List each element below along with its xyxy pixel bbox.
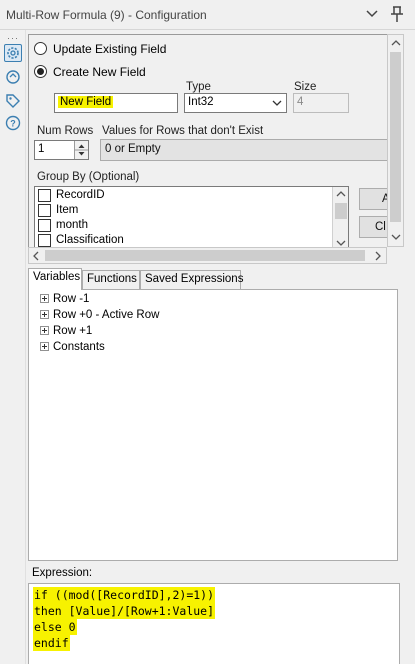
expression-line: then [Value]/[Row+1:Value] (33, 603, 216, 619)
pin-icon[interactable] (389, 5, 405, 23)
chevron-down-icon (271, 97, 283, 112)
list-scrollbar[interactable] (332, 187, 348, 247)
num-rows-stepper[interactable]: 1 (34, 140, 89, 160)
num-rows-value: 1 (38, 143, 45, 155)
tree-node-label: Row +1 (53, 325, 93, 337)
window-title: Multi-Row Formula (9) - Configuration (6, 8, 207, 22)
tree-node-row-0-active[interactable]: Row +0 - Active Row (40, 309, 159, 321)
tab-functions[interactable]: Functions (82, 270, 140, 289)
expand-plus-icon[interactable] (40, 310, 49, 319)
group-by-field-label: RecordID (56, 189, 105, 201)
tree-node-label: Row -1 (53, 293, 90, 305)
create-new-label: Create New Field (53, 65, 146, 79)
tree-node-row-plus-1[interactable]: Row +1 (40, 325, 92, 337)
config-hscroll-thumb[interactable] (45, 250, 365, 261)
config-vertical-scrollbar[interactable] (387, 34, 404, 247)
add-button[interactable]: A (359, 188, 387, 210)
size-input[interactable]: 4 (293, 93, 349, 113)
tab-saved-expressions[interactable]: Saved Expressions (140, 270, 243, 289)
expand-plus-icon[interactable] (40, 342, 49, 351)
expression-line: else 0 (33, 619, 77, 635)
group-by-checkbox[interactable] (38, 189, 51, 202)
help-icon[interactable]: ? (4, 114, 22, 132)
create-new-radio[interactable] (34, 65, 47, 78)
clear-button[interactable]: Cl (359, 216, 387, 238)
tree-node-row-minus-1[interactable]: Row -1 (40, 293, 89, 305)
new-field-name-input[interactable]: New Field (54, 93, 178, 113)
tree-node-label: Constants (53, 341, 105, 353)
type-select-value: Int32 (188, 96, 214, 108)
expression-editor[interactable]: if ((mod([RecordID],2)=1)) then [Value]/… (28, 583, 400, 664)
tab-variables[interactable]: Variables (28, 268, 82, 290)
type-label: Type (186, 81, 211, 93)
list-scrollbar-thumb[interactable] (335, 203, 347, 219)
update-existing-radio[interactable] (34, 42, 47, 55)
group-by-field-label: Item (56, 204, 79, 216)
variables-tree: Row -1 Row +0 - Active Row Row +1 Consta… (30, 290, 396, 558)
size-input-value: 4 (297, 96, 304, 108)
stepper-buttons[interactable] (74, 141, 88, 159)
refresh-arrows-icon[interactable] (4, 68, 22, 86)
group-by-field-label: month (56, 219, 88, 231)
group-by-field-label: Classification (56, 234, 124, 246)
config-horizontal-scrollbar[interactable] (28, 247, 387, 264)
expand-plus-icon[interactable] (40, 326, 49, 335)
values-nonexist-value: 0 or Empty (105, 143, 161, 155)
group-by-checkbox[interactable] (38, 234, 51, 247)
size-label: Size (294, 81, 317, 93)
group-by-label: Group By (Optional) (37, 171, 140, 183)
tree-node-constants[interactable]: Constants (40, 341, 105, 353)
chevron-down-icon[interactable] (364, 6, 380, 22)
group-by-checkbox[interactable] (38, 219, 51, 232)
type-select[interactable]: Int32 (184, 93, 287, 113)
expression-line: endif (33, 635, 70, 651)
new-field-name-value: New Field (58, 96, 114, 108)
group-by-list[interactable]: RecordID Item month Classification (34, 186, 349, 247)
gear-icon[interactable] (4, 44, 22, 62)
configuration-panel: Update Existing Field Create New Field T… (28, 34, 387, 247)
expand-plus-icon[interactable] (40, 294, 49, 303)
config-vscroll-thumb[interactable] (390, 52, 401, 222)
svg-text:?: ? (10, 119, 16, 129)
tree-node-label: Row +0 - Active Row (53, 309, 160, 321)
update-existing-label: Update Existing Field (53, 42, 167, 56)
group-by-checkbox[interactable] (38, 204, 51, 217)
values-nonexist-label: Values for Rows that don't Exist (102, 125, 264, 137)
values-nonexist-field[interactable]: 0 or Empty (100, 139, 387, 161)
expression-label: Expression: (32, 567, 93, 579)
num-rows-label: Num Rows (37, 125, 94, 137)
grip-dots-icon: ··· (7, 33, 19, 43)
tag-icon[interactable] (4, 92, 22, 110)
expression-line: if ((mod([RecordID],2)=1)) (33, 587, 216, 603)
title-bar: Multi-Row Formula (9) - Configuration (0, 0, 415, 30)
